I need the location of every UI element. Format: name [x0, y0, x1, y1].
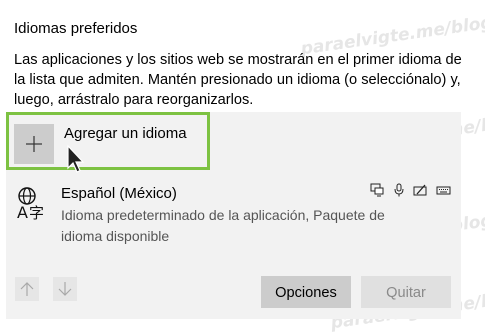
add-language-label[interactable]: Agregar un idioma: [64, 124, 187, 144]
arrow-up-icon: [20, 282, 34, 296]
language-name: Español (México): [61, 185, 177, 202]
svg-text:字: 字: [29, 204, 44, 220]
keyboard-icon: [436, 186, 451, 195]
mouse-cursor-icon: [67, 144, 85, 173]
microphone-icon: [394, 183, 404, 197]
options-button[interactable]: Opciones: [261, 276, 351, 308]
move-down-button[interactable]: [53, 277, 77, 301]
add-language-plus-button[interactable]: [14, 124, 54, 164]
handwriting-icon: [413, 184, 427, 196]
section-title: Idiomas preferidos: [14, 20, 138, 37]
arrow-down-icon: [58, 282, 72, 296]
language-icon: A 字: [17, 187, 44, 220]
move-up-button[interactable]: [15, 277, 39, 301]
section-description: Las aplicaciones y los sitios web se mos…: [14, 52, 462, 108]
plus-icon: [26, 136, 42, 152]
remove-button[interactable]: Quitar: [361, 276, 451, 308]
svg-text:A: A: [17, 203, 28, 220]
display-icon: [370, 183, 384, 197]
language-detail: Idioma predeterminado de la aplicación, …: [61, 207, 385, 244]
